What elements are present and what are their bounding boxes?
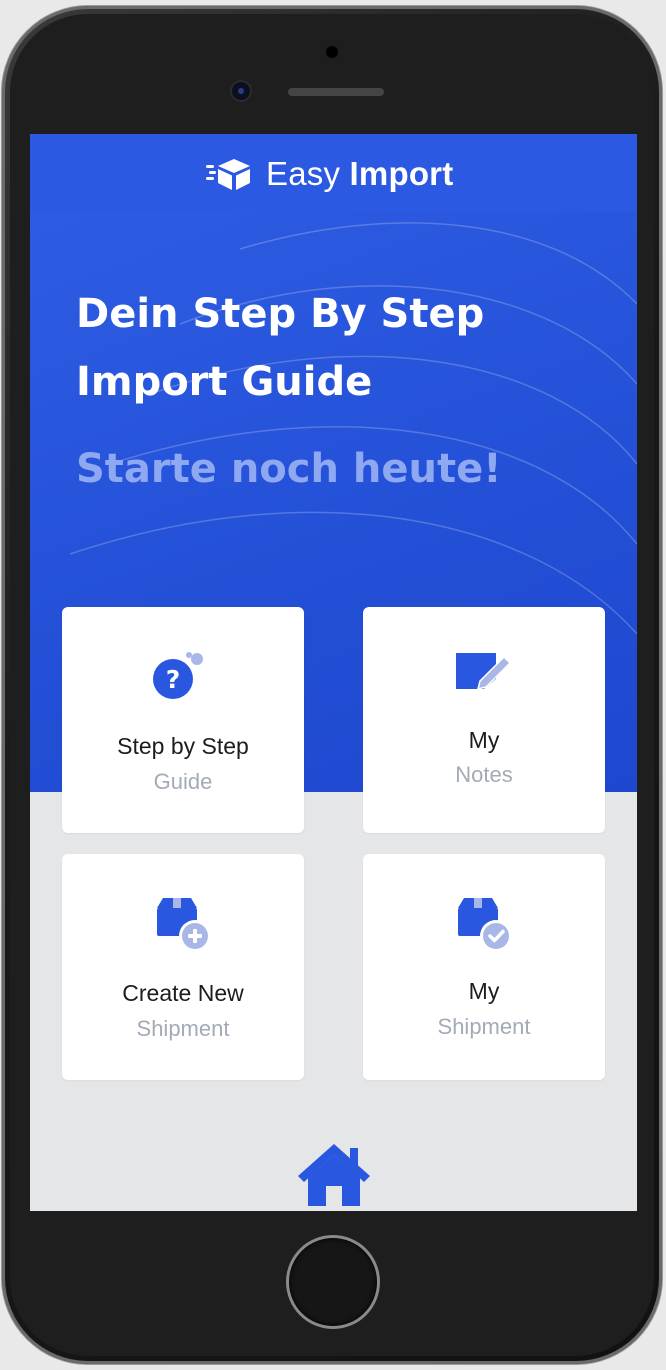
question-bubble-icon: ? — [153, 652, 203, 699]
card-subtitle: Notes — [455, 762, 513, 787]
card-my-notes[interactable]: My Notes — [363, 607, 605, 833]
card-subtitle: Shipment — [437, 1014, 531, 1039]
logo-word-easy: Easy — [266, 155, 341, 192]
box-plus-icon — [157, 898, 211, 952]
hero-subtitle: Starte noch heute! — [76, 446, 502, 492]
card-step-by-step-guide[interactable]: ? Step by Step Guide — [62, 607, 304, 833]
card-title: Create New — [122, 980, 244, 1006]
card-title: Step by Step — [117, 733, 249, 759]
home-icon[interactable] — [296, 1142, 372, 1206]
moving-box-icon — [206, 159, 250, 190]
hero-title-line-1: Dein Step By Step — [76, 291, 485, 337]
app-screen: Easy Import Dein Step By Step Import Gui… — [30, 134, 637, 1211]
logo-word-import: Import — [349, 155, 454, 192]
front-sensor — [326, 46, 338, 58]
card-title: My — [468, 978, 500, 1004]
front-camera — [232, 82, 250, 100]
card-my-shipment[interactable]: My Shipment — [363, 854, 605, 1080]
card-subtitle: Guide — [153, 769, 213, 794]
card-title: My — [468, 727, 500, 753]
earpiece-speaker — [288, 88, 384, 96]
svg-text:?: ? — [166, 665, 181, 694]
bottom-navigation — [30, 1134, 637, 1211]
note-pencil-icon — [456, 653, 512, 691]
card-subtitle: Shipment — [136, 1016, 230, 1041]
hardware-home-button[interactable] — [289, 1238, 377, 1326]
card-create-new-shipment[interactable]: Create New Shipment — [62, 854, 304, 1080]
app-logo[interactable]: Easy Import — [206, 152, 453, 196]
phone-frame: Easy Import Dein Step By Step Import Gui… — [0, 0, 666, 1370]
box-check-icon — [458, 898, 512, 952]
hero-title-line-2: Import Guide — [76, 359, 373, 405]
hero-title: Dein Step By Step Import Guide — [76, 280, 516, 416]
logo-text: Easy Import — [266, 155, 453, 193]
app-header: Easy Import — [30, 134, 637, 212]
